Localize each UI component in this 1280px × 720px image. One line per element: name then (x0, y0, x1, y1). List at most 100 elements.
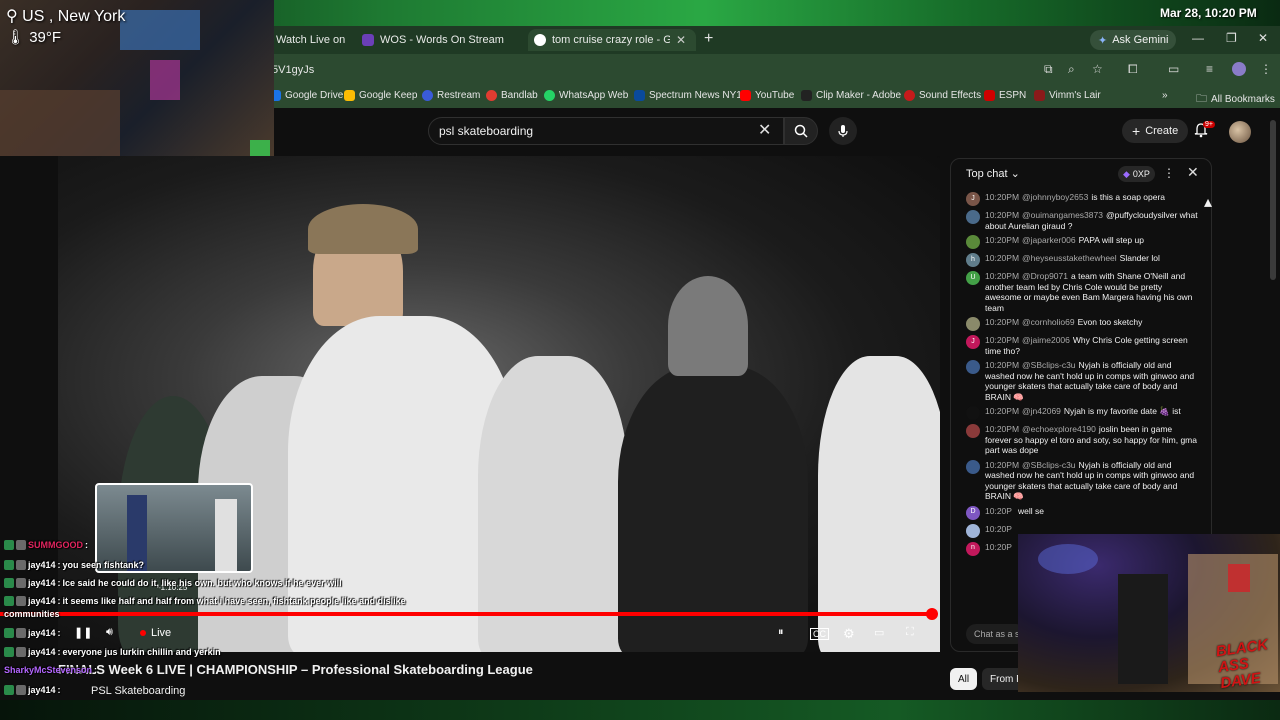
search-input[interactable]: psl skateboarding (428, 117, 784, 145)
chat-author[interactable]: @echoexplore4190 (1022, 424, 1096, 434)
cap (308, 204, 418, 254)
new-tab-icon[interactable]: + (704, 30, 713, 48)
maximize-icon[interactable]: ❐ (1226, 31, 1237, 45)
chat-author[interactable]: @ouimangames3873 (1022, 210, 1103, 220)
ask-gemini-button[interactable]: ✦ Ask Gemini (1090, 30, 1177, 50)
chat-timestamp: 10:20PM (985, 459, 1020, 470)
tab-google-search[interactable]: tom cruise crazy role - Google ✕ (528, 29, 696, 51)
close-window-icon[interactable]: ✕ (1258, 31, 1268, 45)
chat-message[interactable]: J 10:20PM @johnnyboy2653 is this a soap ope… (966, 192, 1200, 206)
bookmarks-overflow-icon[interactable]: » (1162, 90, 1168, 101)
avatar[interactable]: h (966, 253, 980, 267)
chat-message[interactable]: h 10:20PM @heyseusstakethewheel Slander lol (966, 253, 1200, 267)
minimize-icon[interactable]: — (1192, 31, 1204, 45)
avatar[interactable] (966, 424, 980, 438)
tab-words-on-stream[interactable]: WOS - Words On Stream ✕ (356, 29, 556, 51)
channel-name[interactable]: PSL Skateboarding (91, 685, 185, 697)
stream-chat-username: jay414 (28, 596, 56, 606)
chat-author[interactable]: @SBclips-c3u (1022, 460, 1076, 470)
chip-all[interactable]: All (950, 668, 978, 690)
fullscreen-icon[interactable]: ⛶ (906, 626, 914, 639)
chat-message[interactable]: U 10:20PM @Drop9071 a team with Shane O'Nei… (966, 271, 1200, 313)
create-button[interactable]: + Create (1122, 119, 1189, 143)
top-chat-dropdown[interactable]: Top chat ⌄ (966, 167, 1020, 181)
clear-search-icon[interactable]: ✕ (758, 120, 771, 140)
avatar[interactable] (1229, 121, 1251, 143)
bookmark-restream[interactable]: Restream (422, 90, 480, 101)
avatar[interactable] (966, 235, 980, 249)
install-app-icon[interactable]: ⧉ (1044, 62, 1053, 77)
xp-pill[interactable]: ◆ 0XP (1118, 166, 1155, 182)
bookmark-espn[interactable]: ESPN (984, 90, 1026, 101)
chat-author[interactable]: @cornholio69 (1022, 317, 1075, 327)
chat-message[interactable]: 10:20PM @SBclips-c3u Nyjah is officially o… (966, 459, 1200, 502)
chat-author[interactable]: @jaime2006 (1022, 335, 1070, 345)
avatar[interactable] (966, 523, 980, 538)
chat-scroll-up-icon[interactable]: ▴ (1204, 192, 1212, 211)
avatar[interactable]: J (966, 192, 980, 206)
bookmark-star-icon[interactable]: ☆ (1092, 62, 1103, 76)
autoplay-toggle[interactable]: ⏸︎ (778, 626, 784, 639)
miniplayer-icon[interactable]: ▭ (874, 626, 884, 639)
subscriber-badge-icon (4, 628, 14, 638)
chat-author[interactable]: @SBclips-c3u (1022, 360, 1076, 370)
tab-close-icon[interactable]: ✕ (676, 33, 686, 47)
chat-author[interactable]: @heyseusstakethewheel (1022, 253, 1117, 263)
avatar[interactable] (966, 317, 980, 331)
sidebar-icon[interactable]: ▭ (1168, 62, 1179, 76)
voice-search-button[interactable] (829, 117, 857, 145)
avatar[interactable]: J (966, 335, 980, 349)
chat-close-icon[interactable]: ✕ (1187, 164, 1199, 181)
bookmark-clip-maker[interactable]: Clip Maker - Adobe (801, 90, 901, 101)
bookmark-bandlab[interactable]: Bandlab (486, 90, 538, 101)
youtube-icon (740, 90, 751, 101)
bookmark-google-keep[interactable]: Google Keep (344, 90, 417, 101)
media-control-icon[interactable]: ≡ (1206, 62, 1213, 76)
chat-message[interactable]: D 10:20P well se (966, 505, 1200, 520)
chat-message[interactable]: 10:20PM @ouimangames3873 @puffycloudysilve… (966, 210, 1200, 231)
bookmark-whatsapp[interactable]: WhatsApp Web (544, 90, 628, 101)
settings-gear-icon[interactable]: ⚙ (843, 626, 855, 642)
chat-message[interactable]: 10:20PM @echoexplore4190 joslin been in ga… (966, 424, 1200, 456)
zoom-icon[interactable]: ⌕ (1068, 62, 1075, 77)
extensions-icon[interactable]: ⧠ (1128, 62, 1138, 77)
chat-author[interactable]: @jn42069 (1022, 406, 1061, 416)
avatar[interactable]: D (966, 505, 980, 520)
avatar[interactable] (966, 459, 980, 474)
page-scrollbar[interactable] (1270, 120, 1276, 280)
avatar[interactable]: n (966, 541, 980, 556)
bookmark-google-drive[interactable]: Google Drive (270, 90, 343, 101)
bookmark-youtube[interactable]: YouTube (740, 90, 794, 101)
pause-icon[interactable]: ❚❚ (74, 626, 92, 639)
browser-menu-icon[interactable]: ⋮ (1260, 62, 1272, 76)
chat-input[interactable]: Chat as a s (966, 624, 1026, 644)
all-bookmarks[interactable]: 🗀 All Bookmarks (1196, 90, 1275, 109)
captions-icon[interactable]: CC (810, 628, 829, 640)
avatar[interactable] (966, 360, 980, 374)
bookmark-vimms-lair[interactable]: Vimm's Lair (1034, 90, 1101, 101)
chat-author[interactable]: @Drop9071 (1022, 271, 1068, 281)
bookmark-spectrum[interactable]: Spectrum News NY1 (634, 90, 742, 101)
chat-timestamp: 10:20P (985, 541, 1012, 552)
chat-more-icon[interactable]: ⋮ (1163, 166, 1175, 180)
search-button[interactable] (784, 117, 818, 145)
bookmark-label: Bandlab (501, 90, 538, 101)
avatar[interactable]: U (966, 271, 980, 285)
volume-icon[interactable]: 🔊︎ (106, 626, 113, 639)
chat-message[interactable]: 10:20PM @japarker006 PAPA will step up (966, 235, 1200, 249)
chat-author[interactable]: @japarker006 (1022, 235, 1076, 245)
avatar[interactable] (966, 210, 980, 224)
bookmark-sound-effects[interactable]: Sound Effects (904, 90, 981, 101)
profile-icon[interactable] (1232, 62, 1246, 76)
chat-message[interactable]: 10:20PM @SBclips-c3u Nyjah is officially o… (966, 360, 1200, 402)
chat-author[interactable]: @johnnyboy2653 (1022, 192, 1088, 202)
chat-message[interactable]: 10:20PM @cornholio69 Evon too sketchy (966, 317, 1200, 331)
progress-scrubber[interactable] (926, 608, 938, 620)
address-input[interactable]: 5V1gyJs (272, 60, 314, 80)
avatar[interactable] (966, 406, 980, 420)
streamer-figure (1118, 574, 1168, 684)
live-indicator[interactable]: Live (140, 627, 171, 639)
stream-chat-line: jay414: (4, 628, 63, 638)
chat-message[interactable]: J 10:20PM @jaime2006 Why Chris Cole getting… (966, 335, 1200, 356)
chat-message[interactable]: 10:20PM @jn42069 Nyjah is my favorite date… (966, 406, 1200, 420)
